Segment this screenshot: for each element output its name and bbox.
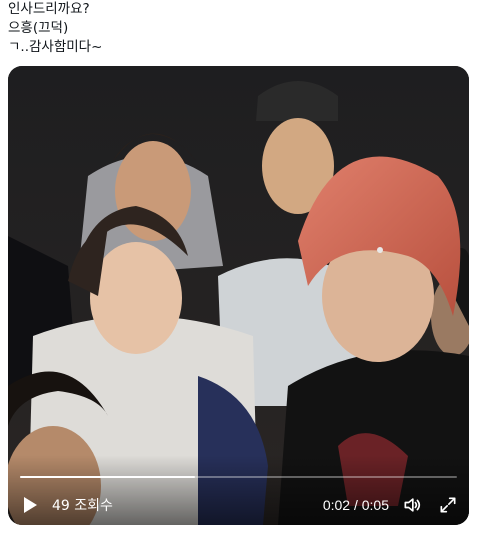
progress-bar[interactable] [20,476,457,478]
video-controls: 49 조회수 0:02 / 0:05 [8,485,469,525]
duration: 0:05 [361,497,389,513]
volume-icon [404,498,421,512]
tweet-text-line: ㄱ..감사함미다~ [8,39,103,55]
time-separator: / [350,497,362,513]
fullscreen-button[interactable] [437,494,459,516]
time-display: 0:02 / 0:05 [323,497,389,513]
play-icon [24,497,37,513]
progress-fill [20,476,195,478]
tweet-text-line: 인사드리까요? [8,1,90,17]
tweet-text-line: 으흥(끄덕) [8,20,69,36]
view-count: 49 조회수 [52,498,113,514]
tweet-text: 인사드리까요? 으흥(끄덕) ㄱ..감사함미다~ [8,0,468,57]
current-time: 0:02 [322,497,351,513]
volume-button[interactable] [401,494,423,516]
play-button[interactable] [20,494,40,516]
video-player[interactable]: 49 조회수 0:02 / 0:05 [8,66,469,525]
fullscreen-icon [440,497,456,513]
